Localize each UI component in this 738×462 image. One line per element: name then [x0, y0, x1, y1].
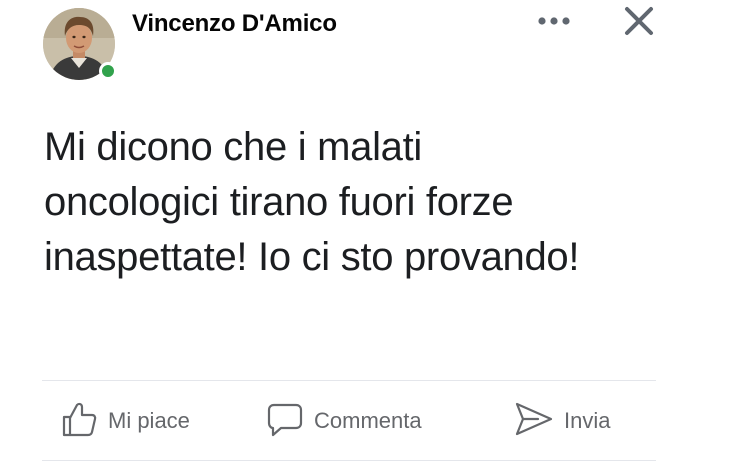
online-status-dot: [99, 62, 117, 80]
comment-button-label: Commenta: [314, 408, 422, 433]
close-button[interactable]: [618, 4, 660, 42]
comment-icon: [266, 400, 304, 443]
post-text-line: inaspettate! Io ci sto provando!: [44, 235, 580, 279]
send-icon: [514, 400, 554, 443]
like-button[interactable]: Mi piace: [60, 398, 190, 444]
divider: [42, 460, 656, 461]
send-button[interactable]: Invia: [514, 398, 610, 444]
post-text-line: Mi dicono che i malati: [44, 125, 423, 169]
divider: [42, 380, 656, 381]
more-options-button[interactable]: [534, 8, 574, 36]
post-text: Mi dicono che i malati oncologici tirano…: [44, 120, 684, 285]
author-name[interactable]: Vincenzo D'Amico: [132, 10, 337, 38]
close-icon: [624, 6, 654, 41]
post-text-line: oncologici tirano fuori forze: [44, 180, 514, 224]
post-card: Vincenzo D'Amico Mi dicono che i malati …: [0, 0, 738, 462]
more-horizontal-icon: [537, 13, 571, 31]
author-avatar[interactable]: [43, 8, 117, 82]
send-button-label: Invia: [564, 408, 611, 433]
comment-button[interactable]: Commenta: [266, 398, 422, 444]
thumbs-up-icon: [60, 400, 98, 443]
like-button-label: Mi piace: [108, 408, 190, 433]
